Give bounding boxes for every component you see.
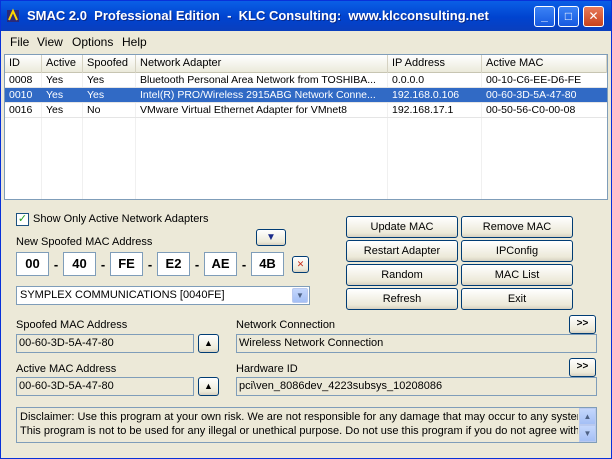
show-active-checkbox[interactable]: ✓ xyxy=(16,213,29,226)
disclaimer-scrollbar[interactable]: ▲ ▼ xyxy=(579,408,596,442)
adapter-cell-ip: 0.0.0.0 xyxy=(392,74,425,86)
adapter-cell-spoofed: Yes xyxy=(87,74,105,86)
menu-bar: File View Options Help xyxy=(1,32,611,53)
spoofed-mac-field[interactable]: 00-60-3D-5A-47-80 xyxy=(16,334,194,353)
adapter-list-header: ID Active Spoofed Network Adapter IP Add… xyxy=(5,55,607,73)
remove-mac-button[interactable]: Remove MAC xyxy=(461,216,573,238)
menu-file[interactable]: File xyxy=(10,35,29,49)
column-active-mac[interactable]: Active MAC xyxy=(482,55,607,73)
mac-separator: - xyxy=(100,257,106,272)
adapter-cell-mac: 00-10-C6-EE-D6-FE xyxy=(486,74,582,86)
active-mac-label: Active MAC Address xyxy=(16,363,117,375)
column-ip-address[interactable]: IP Address xyxy=(388,55,482,73)
window-title: SMAC 2.0 Professional Edition - KLC Cons… xyxy=(27,8,489,23)
adapter-row[interactable]: 0010 Yes Yes Intel(R) PRO/Wireless 2915ABG … xyxy=(5,88,607,103)
close-button[interactable]: ✕ xyxy=(583,6,604,27)
adapter-cell-adapter: Intel(R) PRO/Wireless 2915ABG Network Co… xyxy=(140,89,376,101)
column-active[interactable]: Active xyxy=(42,55,83,73)
title-bar[interactable]: SMAC 2.0 Professional Edition - KLC Cons… xyxy=(1,1,611,31)
mac-octet-6[interactable]: 4B xyxy=(251,252,284,276)
smac-window: SMAC 2.0 Professional Edition - KLC Cons… xyxy=(0,0,612,459)
adapter-cell-adapter: VMware Virtual Ethernet Adapter for VMne… xyxy=(140,104,347,116)
network-connection-label: Network Connection xyxy=(236,319,336,331)
adapter-list[interactable]: ID Active Spoofed Network Adapter IP Add… xyxy=(4,54,608,200)
adapter-cell-ip: 192.168.0.106 xyxy=(392,89,460,101)
vendor-lookup-button[interactable]: ▼ xyxy=(256,229,286,246)
adapter-cell-adapter: Bluetooth Personal Area Network from TOS… xyxy=(140,74,376,86)
expand-hardware-button[interactable]: >> xyxy=(569,358,596,377)
exit-button[interactable]: Exit xyxy=(461,288,573,310)
column-spoofed[interactable]: Spoofed xyxy=(83,55,136,73)
adapter-cell-mac: 00-60-3D-5A-47-80 xyxy=(486,89,577,101)
mac-separator: - xyxy=(241,257,247,272)
scroll-up-icon[interactable]: ▲ xyxy=(579,408,596,425)
column-id[interactable]: ID xyxy=(5,55,42,73)
adapter-cell-id: 0008 xyxy=(9,74,33,86)
spoofed-mac-label: Spoofed MAC Address xyxy=(16,319,128,331)
restart-adapter-button[interactable]: Restart Adapter xyxy=(346,240,458,262)
hardware-id-label: Hardware ID xyxy=(236,363,298,375)
adapter-cell-ip: 192.168.17.1 xyxy=(392,104,454,116)
ipconfig-button[interactable]: IPConfig xyxy=(461,240,573,262)
maximize-button[interactable]: □ xyxy=(558,6,579,27)
adapter-row[interactable]: 0016 Yes No VMware Virtual Ethernet Adapter… xyxy=(5,103,607,118)
menu-options[interactable]: Options xyxy=(72,35,113,49)
menu-view[interactable]: View xyxy=(37,35,63,49)
mac-separator: - xyxy=(53,257,59,272)
mac-list-button[interactable]: MAC List xyxy=(461,264,573,286)
adapter-cell-id: 0010 xyxy=(9,89,33,101)
mac-separator: - xyxy=(147,257,153,272)
disclaimer-line-1: Disclaimer: Use this program at your own… xyxy=(20,411,578,423)
vendor-select-value: SYMPLEX COMMUNICATIONS [0040FE] xyxy=(20,289,225,301)
clear-mac-button[interactable]: ✕ xyxy=(292,256,309,273)
copy-active-mac-button[interactable]: ▲ xyxy=(198,377,219,396)
adapter-cell-active: Yes xyxy=(46,104,64,116)
random-button[interactable]: Random xyxy=(346,264,458,286)
vendor-select[interactable]: SYMPLEX COMMUNICATIONS [0040FE] ▼ xyxy=(16,286,310,305)
column-network-adapter[interactable]: Network Adapter xyxy=(136,55,388,73)
disclaimer-text: Disclaimer: Use this program at your own… xyxy=(20,410,578,438)
adapter-row[interactable]: 0008 Yes Yes Bluetooth Personal Area Networ… xyxy=(5,73,607,88)
disclaimer-box[interactable]: Disclaimer: Use this program at your own… xyxy=(16,407,597,443)
mac-separator: - xyxy=(194,257,200,272)
mac-octet-1[interactable]: 00 xyxy=(16,252,49,276)
smac-app-icon xyxy=(7,8,19,22)
active-mac-field[interactable]: 00-60-3D-5A-47-80 xyxy=(16,377,194,396)
new-mac-label: New Spoofed MAC Address xyxy=(16,236,153,248)
adapter-cell-spoofed: No xyxy=(87,104,101,116)
mac-octet-3[interactable]: FE xyxy=(110,252,143,276)
adapter-cell-active: Yes xyxy=(46,74,64,86)
adapter-cell-id: 0016 xyxy=(9,104,33,116)
mac-octet-2[interactable]: 40 xyxy=(63,252,96,276)
scroll-down-icon[interactable]: ▼ xyxy=(579,425,596,442)
adapter-cell-mac: 00-50-56-C0-00-08 xyxy=(486,104,576,116)
hardware-id-field[interactable]: pci\ven_8086dev_4223subsys_10208086 xyxy=(236,377,597,396)
update-mac-button[interactable]: Update MAC xyxy=(346,216,458,238)
network-connection-field[interactable]: Wireless Network Connection xyxy=(236,334,597,353)
refresh-button[interactable]: Refresh xyxy=(346,288,458,310)
adapter-cell-active: Yes xyxy=(46,89,64,101)
mac-octet-5[interactable]: AE xyxy=(204,252,237,276)
adapter-cell-spoofed: Yes xyxy=(87,89,105,101)
disclaimer-line-2: This program is not to be used for any i… xyxy=(20,425,578,437)
show-active-label: Show Only Active Network Adapters xyxy=(33,213,209,225)
minimize-button[interactable]: _ xyxy=(534,6,555,27)
menu-help[interactable]: Help xyxy=(122,35,147,49)
chevron-down-icon[interactable]: ▼ xyxy=(292,288,308,303)
mac-octet-4[interactable]: E2 xyxy=(157,252,190,276)
copy-spoofed-mac-button[interactable]: ▲ xyxy=(198,334,219,353)
expand-connection-button[interactable]: >> xyxy=(569,315,596,334)
